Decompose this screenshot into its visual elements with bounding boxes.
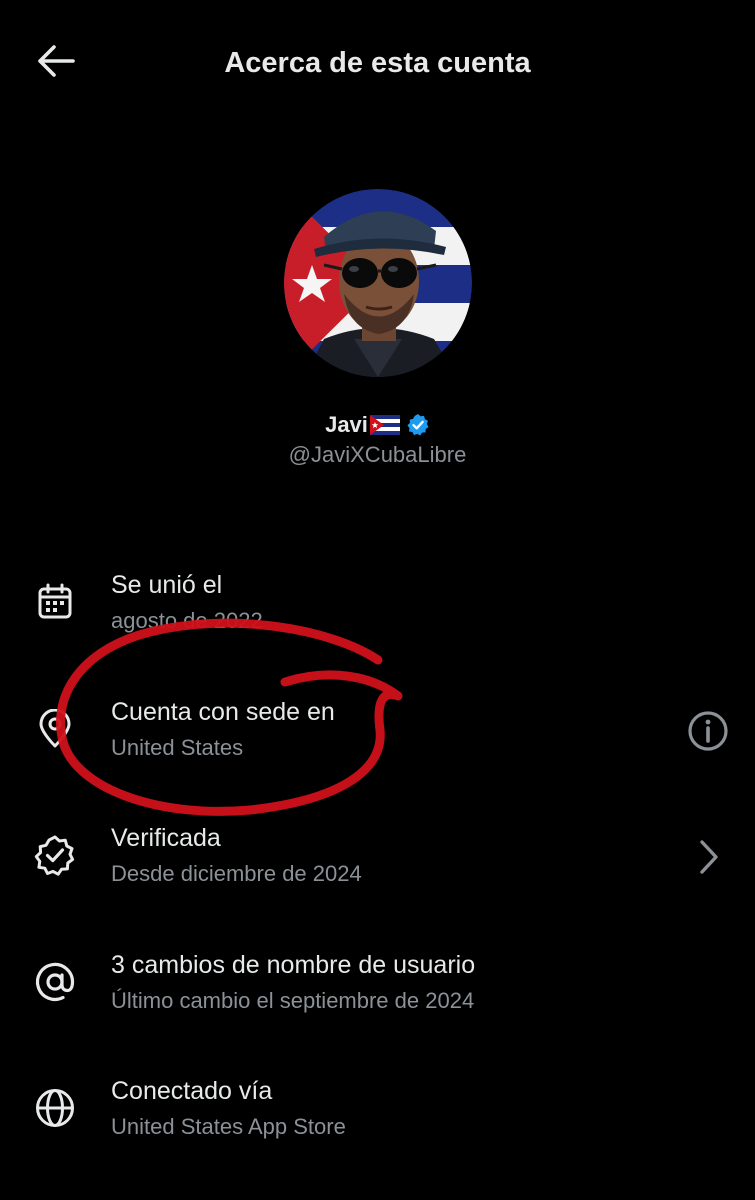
item-subtitle: United States App Store [111, 1114, 346, 1139]
profile-name-row: Javi [0, 408, 755, 442]
chevron-right-icon[interactable] [683, 832, 733, 882]
profile-handle: @JaviXCubaLibre [288, 442, 467, 467]
display-name: Javi [325, 412, 368, 437]
info-circle-icon[interactable] [683, 706, 733, 756]
verified-badge-icon[interactable] [406, 413, 430, 437]
at-sign-icon [32, 959, 78, 1005]
calendar-icon [32, 579, 78, 625]
item-subtitle: United States [111, 735, 244, 760]
item-subtitle: Desde diciembre de 2024 [111, 861, 362, 886]
item-title: 3 cambios de nombre de usuario [111, 951, 476, 979]
location-pin-icon [32, 706, 78, 752]
cuba-flag-icon [369, 415, 400, 435]
connected-via-item: Conectado vía United States App Store [0, 1061, 755, 1161]
item-title: Se unió el [111, 571, 223, 599]
joined-date-item: Se unió el agosto de 2022 [0, 555, 755, 655]
avatar[interactable] [284, 189, 472, 377]
username-changes-item: 3 cambios de nombre de usuario Último ca… [0, 935, 755, 1035]
item-title: Cuenta con sede en [111, 698, 335, 726]
page-title: Acerca de esta cuenta [224, 47, 531, 79]
item-title: Verificada [111, 824, 221, 852]
item-subtitle: agosto de 2022 [111, 608, 263, 633]
item-subtitle: Último cambio el septiembre de 2024 [111, 988, 475, 1013]
verified-check-icon [32, 832, 78, 878]
globe-icon [32, 1085, 78, 1131]
account-location-item: Cuenta con sede en United States [0, 682, 755, 782]
top-bar: Acerca de esta cuenta [0, 0, 755, 125]
verified-item[interactable]: Verificada Desde diciembre de 2024 [0, 808, 755, 908]
item-title: Conectado vía [111, 1077, 273, 1105]
